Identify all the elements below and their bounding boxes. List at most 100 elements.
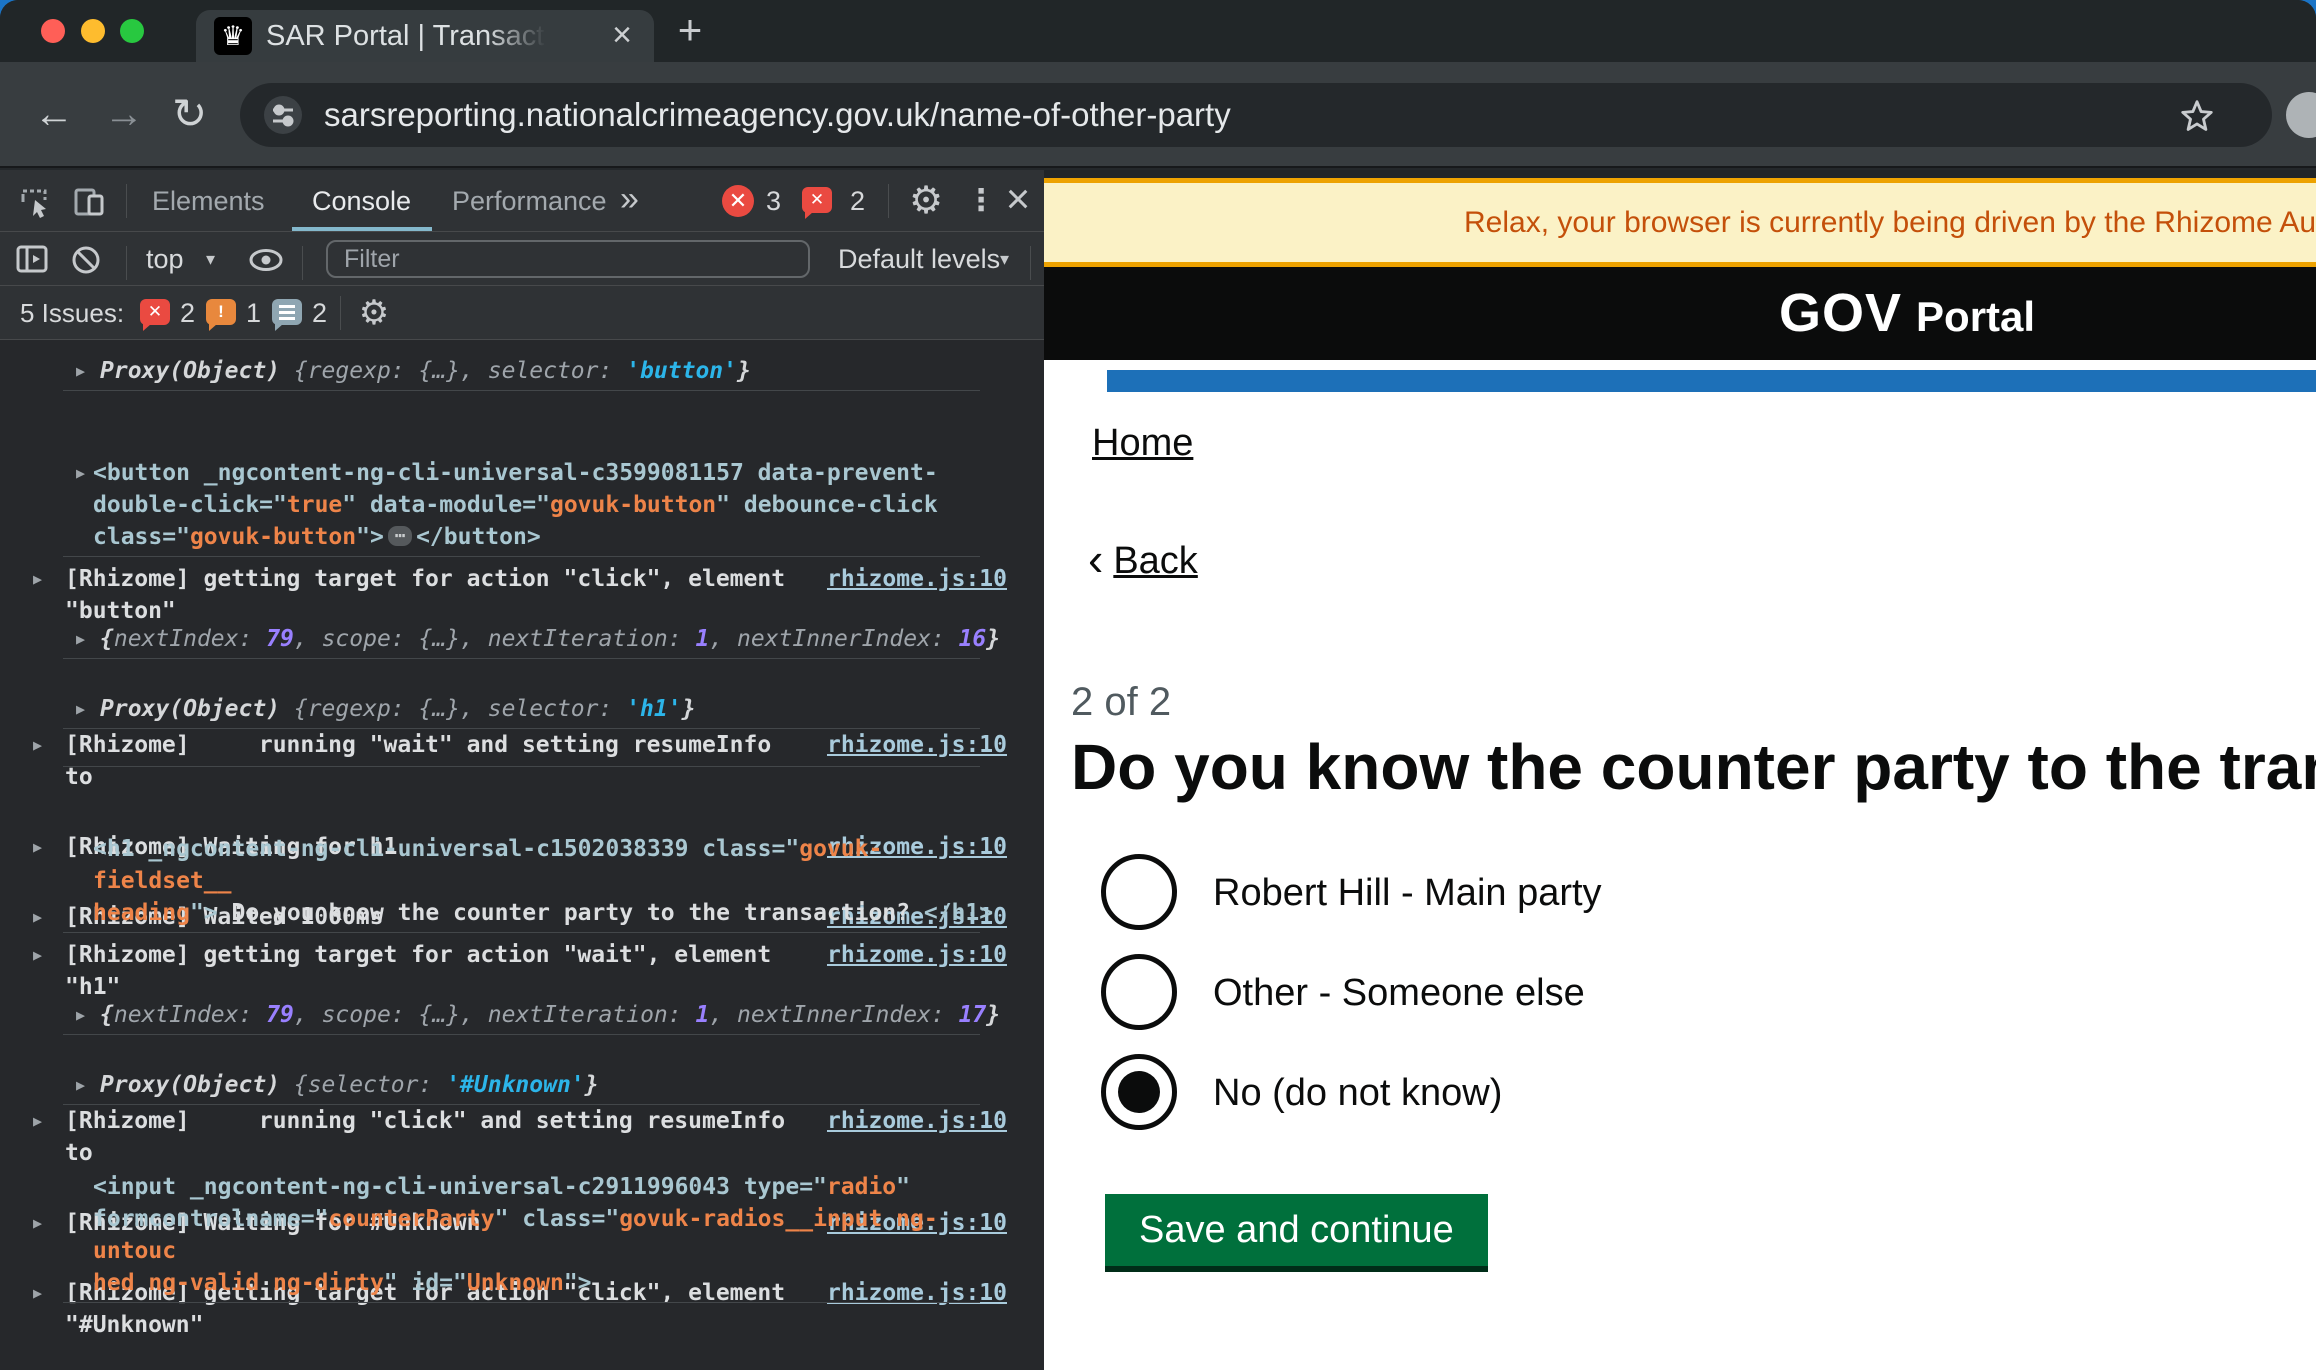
more-tabs-icon[interactable]: » bbox=[620, 170, 639, 232]
tab-close-icon[interactable]: × bbox=[604, 18, 640, 54]
gov-portal-logo[interactable]: GOVPortal bbox=[1779, 281, 2035, 343]
divider bbox=[302, 246, 303, 280]
forward-icon[interactable]: → bbox=[104, 88, 144, 140]
console-text-segment: , scope: {…}, nextIteration: bbox=[294, 626, 696, 652]
automation-banner-text: Relax, your browser is currently being d… bbox=[1464, 206, 2316, 240]
counter-party-radio-group: Robert Hill - Main party Other - Someone … bbox=[1101, 854, 2296, 1154]
radio-button-2[interactable] bbox=[1101, 954, 1177, 1030]
reload-icon[interactable]: ↻ bbox=[172, 88, 207, 140]
console-log-entry: rhizome.js:10▶[Rhizome] running "click" … bbox=[0, 1302, 1044, 1370]
expand-arrow-icon[interactable]: ▶ bbox=[76, 1069, 85, 1101]
back-link[interactable]: Back bbox=[1113, 540, 1197, 582]
console-text-segment: "> bbox=[356, 524, 384, 550]
expand-arrow-icon[interactable]: ▶ bbox=[76, 693, 85, 725]
console-text-segment: 'button' bbox=[626, 358, 737, 384]
radio-label[interactable]: Robert Hill - Main party bbox=[1213, 854, 1602, 932]
expand-arrow-icon[interactable]: ▶ bbox=[76, 623, 85, 655]
console-text-segment: 79 bbox=[266, 626, 294, 652]
console-sidebar-toggle-icon[interactable] bbox=[16, 244, 48, 274]
macos-fullscreen-button[interactable] bbox=[120, 19, 144, 43]
macos-minimize-button[interactable] bbox=[81, 19, 105, 43]
collapsed-content-icon[interactable]: ⋯ bbox=[388, 526, 412, 546]
console-text-segment: { bbox=[100, 1002, 114, 1028]
macos-close-button[interactable] bbox=[41, 19, 65, 43]
save-and-continue-button[interactable]: Save and continue bbox=[1105, 1194, 1488, 1266]
console-text-segment: Unknown bbox=[467, 1270, 564, 1296]
console-log[interactable]: rhizome.js:10▶[Rhizome] Waiting for butt… bbox=[0, 340, 1044, 1370]
console-text-segment: true bbox=[287, 492, 342, 518]
console-detail-row[interactable]: ▶Proxy(Object) {regexp: {…}, selector: '… bbox=[0, 693, 1044, 725]
tab-console[interactable]: Console bbox=[312, 170, 411, 232]
active-tab-underline bbox=[292, 227, 432, 231]
console-detail-row[interactable]: <h1 _ngcontent-ng-cli-universal-c1502038… bbox=[0, 833, 1044, 929]
console-log-entry: rhizome.js:10▶[Rhizome] Waited 1000ms bbox=[0, 728, 1044, 766]
log-levels-selector[interactable]: Default levels bbox=[838, 232, 1000, 286]
console-detail-row[interactable]: ▶Proxy(Object) {selector: '#Unknown'} bbox=[0, 1069, 1044, 1101]
radio-button-3-selected[interactable] bbox=[1101, 1054, 1177, 1130]
console-detail-row[interactable]: <input _ngcontent-ng-cli-universal-c2911… bbox=[0, 1171, 1044, 1299]
home-link[interactable]: Home bbox=[1092, 422, 1193, 465]
issues-flag-icon[interactable]: ✕ bbox=[802, 187, 832, 213]
issues-error-count: 2 bbox=[180, 286, 195, 340]
console-text-segment: " class=" bbox=[495, 1206, 620, 1232]
site-settings-icon[interactable] bbox=[264, 96, 302, 134]
profile-avatar[interactable] bbox=[2286, 92, 2316, 138]
console-detail-row[interactable]: ▶{nextIndex: 79, scope: {…}, nextIterati… bbox=[0, 999, 1044, 1031]
console-detail-row[interactable]: ▶Proxy(Object) {regexp: {…}, selector: '… bbox=[0, 355, 1044, 387]
tab-title: SAR Portal | Transaction | Oth bbox=[266, 10, 546, 62]
back-icon[interactable]: ← bbox=[34, 88, 74, 140]
back-navigation: ‹Back bbox=[1088, 532, 1198, 586]
live-expression-eye-icon[interactable] bbox=[248, 247, 284, 273]
issues-bar[interactable]: 5 Issues: ✕ 2 ! 1 2 ⚙ bbox=[0, 286, 1044, 340]
address-bar[interactable]: sarsreporting.nationalcrimeagency.gov.uk… bbox=[240, 83, 2272, 147]
bookmark-star-icon[interactable] bbox=[2178, 97, 2216, 135]
url-text[interactable]: sarsreporting.nationalcrimeagency.gov.uk… bbox=[324, 83, 1231, 147]
console-text-segment: nextIndex: bbox=[114, 626, 266, 652]
devtools-close-icon[interactable]: × bbox=[998, 170, 1038, 232]
issues-warning-badge-icon: ! bbox=[206, 299, 236, 325]
expand-arrow-icon[interactable]: ▶ bbox=[76, 999, 85, 1031]
console-log-entry: rhizome.js:10▶[Rhizome] Waiting for h1▶P… bbox=[0, 658, 1044, 728]
console-text-segment: 79 bbox=[266, 1002, 294, 1028]
radio-option-row: Other - Someone else bbox=[1101, 954, 2296, 1032]
console-text-segment: {selector: bbox=[280, 1072, 446, 1098]
radio-label[interactable]: No (do not know) bbox=[1213, 1054, 1502, 1132]
issues-info-count: 2 bbox=[312, 286, 327, 340]
clear-console-icon[interactable] bbox=[70, 244, 102, 276]
console-error-count: 3 bbox=[766, 170, 781, 232]
console-text-segment: '#Unknown' bbox=[446, 1072, 584, 1098]
console-text-segment: <input _ngcontent-ng-cli-universal-c2911… bbox=[93, 1174, 827, 1200]
console-text-segment: </h1> bbox=[910, 900, 993, 926]
device-toolbar-icon[interactable] bbox=[72, 185, 106, 219]
console-text-segment: {regexp: {…}, selector: bbox=[280, 696, 626, 722]
console-detail-row[interactable]: ▶{nextIndex: 79, scope: {…}, nextIterati… bbox=[0, 623, 1044, 655]
radio-label[interactable]: Other - Someone else bbox=[1213, 954, 1585, 1032]
devtools-settings-gear-icon[interactable]: ⚙ bbox=[904, 170, 948, 232]
tab-elements[interactable]: Elements bbox=[152, 170, 265, 232]
expand-arrow-icon[interactable]: ▶ bbox=[76, 355, 85, 387]
new-tab-button[interactable]: + bbox=[668, 8, 712, 52]
console-detail-row[interactable]: ▶<button _ngcontent-ng-cli-universal-c35… bbox=[0, 457, 1044, 553]
console-text-segment: 16 bbox=[959, 626, 987, 652]
console-filter-input[interactable] bbox=[326, 240, 810, 278]
console-text-segment: } bbox=[737, 358, 751, 384]
tab-performance[interactable]: Performance bbox=[452, 170, 607, 232]
context-caret-icon[interactable]: ▾ bbox=[206, 232, 215, 286]
issues-flag-count: 2 bbox=[850, 170, 865, 232]
browser-window: ♛ SAR Portal | Transaction | Oth × + ← →… bbox=[0, 0, 2316, 1370]
log-levels-caret-icon[interactable]: ▾ bbox=[1000, 232, 1009, 286]
radio-button-1[interactable] bbox=[1101, 854, 1177, 930]
browser-tab[interactable]: ♛ SAR Portal | Transaction | Oth × bbox=[196, 10, 654, 62]
console-error-badge-icon[interactable]: ✕ bbox=[722, 185, 754, 217]
console-log-entry: rhizome.js:10▶[Rhizome] getting target f… bbox=[0, 1104, 1044, 1302]
expand-arrow-icon[interactable]: ▶ bbox=[76, 457, 85, 489]
inspect-element-icon[interactable] bbox=[18, 185, 52, 219]
issues-settings-gear-icon[interactable]: ⚙ bbox=[354, 286, 394, 340]
crown-favicon-icon: ♛ bbox=[214, 17, 252, 55]
context-selector[interactable]: top bbox=[146, 232, 184, 286]
console-text-segment: <h1 _ngcontent-ng-cli-universal-c1502038… bbox=[93, 836, 799, 862]
console-text-segment: Proxy(Object) bbox=[100, 358, 280, 384]
devtools-kebab-menu-icon[interactable]: ⋮ bbox=[966, 170, 990, 232]
console-text-segment: } bbox=[682, 696, 696, 722]
divider bbox=[126, 184, 127, 218]
